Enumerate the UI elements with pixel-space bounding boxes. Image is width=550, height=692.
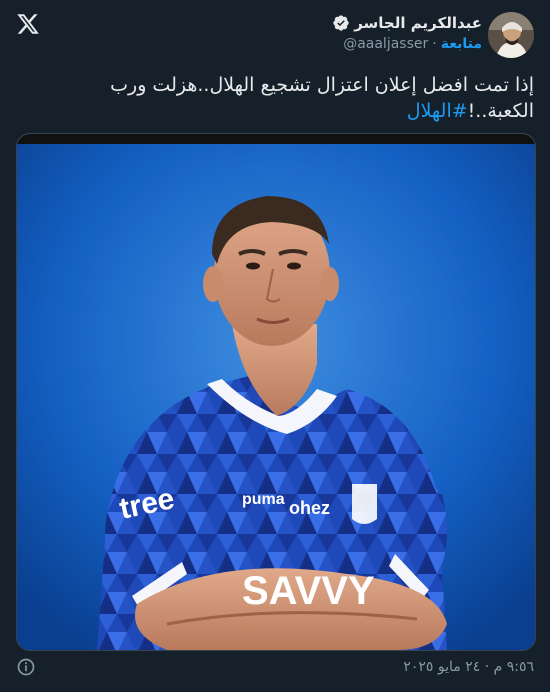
display-name[interactable]: عبدالكريم الجاسر bbox=[354, 14, 482, 32]
player-photo: tree puma ohez SAVVY bbox=[17, 134, 535, 650]
user-handle[interactable]: @aaaljasser bbox=[343, 36, 428, 52]
separator: · bbox=[432, 36, 437, 52]
brand-text: puma bbox=[242, 491, 285, 508]
jersey-front-text: SAVVY bbox=[242, 569, 375, 613]
tweet-author: عبدالكريم الجاسر متابعة · @aaaljasser bbox=[332, 14, 482, 52]
tweet-body: إذا تمت افضل إعلان اعتزال تشجيع الهلال..… bbox=[110, 74, 534, 122]
tweet-media[interactable]: tree puma ohez SAVVY bbox=[16, 133, 536, 651]
hashtag-link[interactable]: #الهلال bbox=[407, 100, 468, 122]
timestamp[interactable]: ٩:٥٦ م · ٢٤ مايو ٢٠٢٥ bbox=[403, 659, 534, 675]
tweet-text: إذا تمت افضل إعلان اعتزال تشجيع الهلال..… bbox=[16, 72, 534, 124]
info-icon[interactable] bbox=[16, 657, 36, 677]
verified-badge-icon bbox=[333, 15, 349, 31]
x-logo-icon[interactable] bbox=[16, 12, 40, 36]
tweet-footer: ٩:٥٦ م · ٢٤ مايو ٢٠٢٥ bbox=[16, 655, 534, 679]
partner-text: ohez bbox=[289, 498, 330, 518]
avatar-image bbox=[488, 12, 534, 58]
avatar[interactable] bbox=[488, 12, 534, 58]
follow-button[interactable]: متابعة bbox=[441, 36, 482, 52]
